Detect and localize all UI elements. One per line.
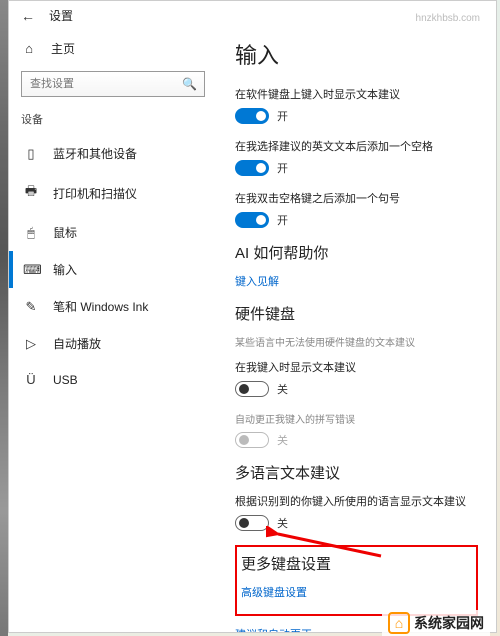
sidebar-item-printers[interactable]: 🖶 打印机和扫描仪 bbox=[9, 172, 217, 214]
setting-label: 在我双击空格键之后添加一个句号 bbox=[235, 190, 478, 206]
sidebar-item-usb[interactable]: Ü USB bbox=[9, 362, 217, 397]
sidebar-item-label: 蓝牙和其他设备 bbox=[53, 145, 137, 162]
sidebar-item-bluetooth[interactable]: ▯ 蓝牙和其他设备 bbox=[9, 135, 217, 172]
sidebar-item-label: 自动播放 bbox=[53, 335, 101, 352]
home-icon: ⌂ bbox=[21, 41, 37, 56]
setting-label-disabled: 自动更正我键入的拼写错误 bbox=[235, 411, 478, 426]
annotation-highlight: 更多键盘设置 高级键盘设置 bbox=[235, 545, 478, 616]
watermark-url: hnzkhbsb.com bbox=[416, 13, 480, 24]
setting-label: 根据识别到的你键入所使用的语言显示文本建议 bbox=[235, 493, 478, 509]
link-typing-insights[interactable]: 键入见解 bbox=[235, 273, 478, 289]
sidebar-section-label: 设备 bbox=[9, 107, 217, 135]
watermark-text: 系统家园网 bbox=[414, 613, 484, 633]
toggle-state: 关 bbox=[277, 381, 288, 397]
autoplay-icon: ▷ bbox=[23, 336, 39, 352]
sidebar-item-label: 打印机和扫描仪 bbox=[53, 185, 137, 202]
bluetooth-icon: ▯ bbox=[23, 146, 39, 162]
toggle-add-space[interactable] bbox=[235, 160, 269, 176]
sidebar-item-label: USB bbox=[53, 373, 78, 387]
setting-label: 在软件键盘上键入时显示文本建议 bbox=[235, 86, 478, 102]
toggle-software-keyboard-suggestions[interactable] bbox=[235, 108, 269, 124]
sidebar-item-label: 笔和 Windows Ink bbox=[53, 298, 148, 315]
sidebar-home-label: 主页 bbox=[51, 40, 75, 57]
setting-label: 在我键入时显示文本建议 bbox=[235, 359, 478, 375]
pen-icon: ✎ bbox=[23, 299, 39, 315]
toggle-state: 开 bbox=[277, 212, 288, 228]
watermark-logo-icon: ⌂ bbox=[388, 612, 410, 634]
watermark: ⌂ 系统家园网 bbox=[382, 610, 490, 636]
section-more-title: 更多键盘设置 bbox=[241, 553, 472, 574]
window-title: 设置 bbox=[49, 7, 73, 24]
printer-icon: 🖶 bbox=[23, 182, 39, 204]
toggle-multilingual[interactable] bbox=[235, 515, 269, 531]
hardware-description: 某些语言中无法使用硬件键盘的文本建议 bbox=[235, 334, 478, 349]
mouse-icon: 🖱 bbox=[23, 225, 39, 241]
sidebar-item-label: 鼠标 bbox=[53, 224, 77, 241]
page-title: 输入 bbox=[235, 38, 478, 70]
section-multilingual-title: 多语言文本建议 bbox=[235, 462, 478, 483]
sidebar: ⌂ 主页 🔍 设备 ▯ 蓝牙和其他设备 🖶 打印机和扫描仪 🖱 鼠标 bbox=[9, 24, 217, 632]
toggle-state: 关 bbox=[277, 432, 288, 448]
content-pane: 输入 在软件键盘上键入时显示文本建议 开 在我选择建议的英文文本后添加一个空格 … bbox=[217, 24, 496, 632]
sidebar-item-label: 输入 bbox=[53, 261, 77, 278]
desktop-edge bbox=[0, 0, 8, 636]
search-icon: 🔍 bbox=[182, 77, 197, 91]
back-button[interactable]: ← bbox=[21, 8, 35, 24]
keyboard-icon: ⌨ bbox=[23, 262, 39, 278]
toggle-state: 关 bbox=[277, 515, 288, 531]
toggle-state: 开 bbox=[277, 160, 288, 176]
usb-icon: Ü bbox=[23, 372, 39, 387]
toggle-state: 开 bbox=[277, 108, 288, 124]
sidebar-item-pen[interactable]: ✎ 笔和 Windows Ink bbox=[9, 288, 217, 325]
sidebar-item-autoplay[interactable]: ▷ 自动播放 bbox=[9, 325, 217, 362]
sidebar-item-mouse[interactable]: 🖱 鼠标 bbox=[9, 214, 217, 251]
toggle-hw-suggestions[interactable] bbox=[235, 381, 269, 397]
settings-window: hnzkhbsb.com ← 设置 ⌂ 主页 🔍 设备 ▯ 蓝牙和其他设备 🖶 bbox=[8, 0, 497, 633]
search-input[interactable] bbox=[21, 71, 205, 97]
setting-label: 在我选择建议的英文文本后添加一个空格 bbox=[235, 138, 478, 154]
toggle-autocorrect bbox=[235, 432, 269, 448]
link-advanced-keyboard[interactable]: 高级键盘设置 bbox=[241, 584, 472, 600]
toggle-double-space-period[interactable] bbox=[235, 212, 269, 228]
section-hardware-title: 硬件键盘 bbox=[235, 303, 478, 324]
sidebar-home[interactable]: ⌂ 主页 bbox=[9, 32, 217, 65]
sidebar-item-typing[interactable]: ⌨ 输入 bbox=[9, 251, 217, 288]
section-ai-title: AI 如何帮助你 bbox=[235, 242, 478, 263]
